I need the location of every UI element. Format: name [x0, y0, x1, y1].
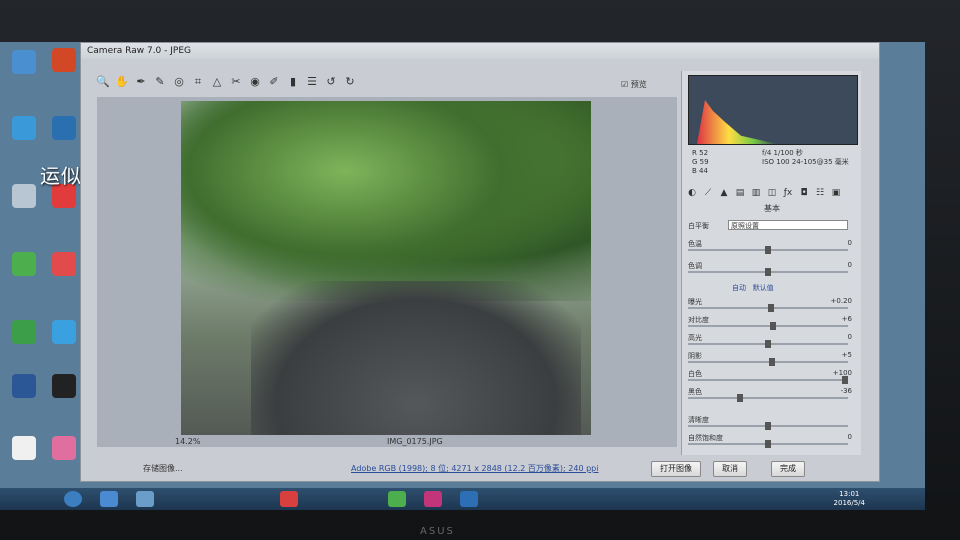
- publisher-icon[interactable]: [44, 116, 84, 142]
- qq-icon[interactable]: [44, 374, 84, 400]
- default-link[interactable]: 默认值: [753, 284, 774, 292]
- photo-ruins: [251, 281, 581, 435]
- image-canvas[interactable]: 14.2% IMG_0175.JPG: [97, 97, 677, 447]
- histogram: [688, 75, 858, 145]
- excel-icon[interactable]: [4, 436, 44, 462]
- contrast-slider[interactable]: [688, 322, 848, 330]
- taskbar-360-icon[interactable]: [388, 491, 406, 507]
- auto-link[interactable]: 自动: [732, 284, 746, 292]
- system-clock[interactable]: 13:01 2016/5/4: [834, 490, 865, 508]
- red-eye-icon[interactable]: ◉: [247, 74, 263, 90]
- rotate-left-icon[interactable]: ↺: [323, 74, 339, 90]
- temperature-slider[interactable]: [688, 246, 848, 254]
- preview-photo: [181, 101, 591, 435]
- tab-hsl-icon[interactable]: ▤: [734, 187, 746, 199]
- taskbar-browser-icon[interactable]: [280, 491, 298, 507]
- tab-presets-icon[interactable]: ☷: [814, 187, 826, 199]
- tab-camera-calibration-icon[interactable]: ◘: [798, 187, 810, 199]
- zoom-icon[interactable]: 🔍: [95, 74, 111, 90]
- section-title: 基本: [764, 204, 780, 213]
- cancel-button[interactable]: 取消: [713, 461, 747, 477]
- 360-software-icon[interactable]: [4, 320, 44, 346]
- taskbar-explorer-icon[interactable]: [136, 491, 154, 507]
- histogram-curve: [697, 100, 777, 144]
- file-name-label: IMG_0175.JPG: [387, 437, 443, 446]
- open-image-button[interactable]: 打开图像: [651, 461, 701, 477]
- image-viewer-icon[interactable]: [44, 436, 84, 462]
- network-icon[interactable]: [4, 116, 44, 142]
- taskbar-ie-icon[interactable]: [100, 491, 118, 507]
- target-icon[interactable]: ◎: [171, 74, 187, 90]
- exif-readout: f/4 1/100 秒 ISO 100 24-105@35 毫米: [762, 149, 849, 166]
- graduated-filter-icon[interactable]: ▮: [285, 74, 301, 90]
- adjustment-brush-icon[interactable]: ✐: [266, 74, 282, 90]
- tint-slider[interactable]: [688, 268, 848, 276]
- tab-tone-curve-icon[interactable]: ⟋: [702, 187, 714, 199]
- whites-slider[interactable]: [688, 376, 848, 384]
- desktop-screen: 运似轻舟 世间沧海 Camera Raw 7.0 - JPEG 🔍 ✋ ✒ ✎ …: [0, 42, 925, 510]
- rgb-readout: R 52 G 59 B 44: [692, 149, 709, 175]
- color-sampler-icon[interactable]: ✎: [152, 74, 168, 90]
- tool-bar: 🔍 ✋ ✒ ✎ ◎ ⌗ △ ✂ ◉ ✐ ▮ ☰ ↺ ↻: [95, 73, 358, 91]
- panel-tabs: ◐ ⟋ ▲ ▤ ▥ ◫ ƒx ◘ ☷ ▣: [686, 187, 858, 199]
- eyedropper-icon[interactable]: ✒: [133, 74, 149, 90]
- photo-foliage: [181, 101, 591, 301]
- rotate-right-icon[interactable]: ↻: [342, 74, 358, 90]
- tab-detail-icon[interactable]: ▲: [718, 187, 730, 199]
- white-balance-select[interactable]: 原照设置: [728, 220, 848, 230]
- camera-raw-window: Camera Raw 7.0 - JPEG 🔍 ✋ ✒ ✎ ◎ ⌗ △ ✂ ◉ …: [80, 42, 880, 482]
- vibrance-slider[interactable]: [688, 440, 848, 448]
- clarity-slider[interactable]: [688, 422, 848, 430]
- hand-icon[interactable]: ✋: [114, 74, 130, 90]
- zoom-level-select[interactable]: 14.2%: [175, 437, 200, 446]
- taskbar-photoshop-icon[interactable]: [460, 491, 478, 507]
- window-title: Camera Raw 7.0 - JPEG: [81, 43, 879, 59]
- straighten-icon[interactable]: △: [209, 74, 225, 90]
- word-icon[interactable]: [4, 374, 44, 400]
- auto-default-links: 自动 默认值: [732, 283, 774, 293]
- tab-split-toning-icon[interactable]: ▥: [750, 187, 762, 199]
- music-icon[interactable]: [44, 252, 84, 278]
- shadows-slider[interactable]: [688, 358, 848, 366]
- video-icon[interactable]: [44, 320, 84, 346]
- computer-icon[interactable]: [4, 50, 44, 76]
- workflow-options-link[interactable]: Adobe RGB (1998); 8 位; 4271 x 2848 (12.2…: [351, 463, 598, 474]
- tab-effects-icon[interactable]: ƒx: [782, 187, 794, 199]
- tab-lens-icon[interactable]: ◫: [766, 187, 778, 199]
- save-image-button[interactable]: 存储图像...: [143, 463, 183, 474]
- spot-removal-icon[interactable]: ✂: [228, 74, 244, 90]
- highlights-slider[interactable]: [688, 340, 848, 348]
- blacks-slider[interactable]: [688, 394, 848, 402]
- start-button-icon[interactable]: [64, 491, 82, 507]
- recycle-bin-icon[interactable]: [4, 184, 44, 210]
- adjustment-panel: R 52 G 59 B 44 f/4 1/100 秒 ISO 100 24-10…: [681, 71, 861, 455]
- 360-safe-icon[interactable]: [4, 252, 44, 278]
- tab-basic-icon[interactable]: ◐: [686, 187, 698, 199]
- exposure-slider[interactable]: [688, 304, 848, 312]
- preferences-icon[interactable]: ☰: [304, 74, 320, 90]
- preview-label: 预览: [630, 80, 647, 89]
- laptop-brand-logo: ASUS: [420, 526, 455, 537]
- preview-checkbox[interactable]: ☑ 预览: [621, 79, 647, 90]
- crop-icon[interactable]: ⌗: [190, 74, 206, 90]
- done-button[interactable]: 完成: [771, 461, 805, 477]
- powerpoint-icon[interactable]: [44, 48, 84, 74]
- taskbar-music-icon[interactable]: [424, 491, 442, 507]
- taskbar: 13:01 2016/5/4: [0, 488, 925, 510]
- tab-snapshots-icon[interactable]: ▣: [830, 187, 842, 199]
